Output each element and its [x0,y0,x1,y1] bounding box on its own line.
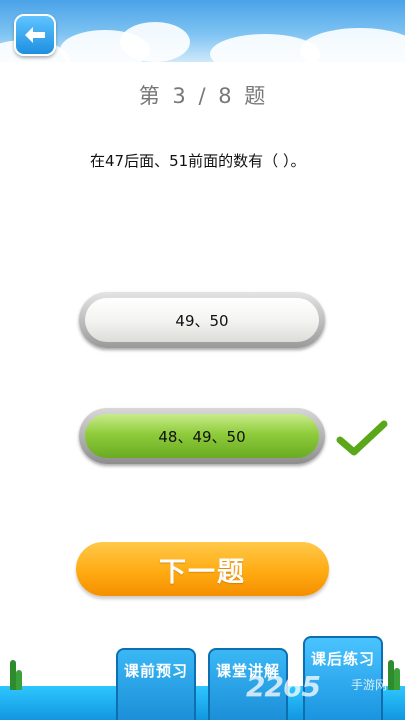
counter-prefix: 第 [138,84,161,108]
checkmark-icon [336,420,388,456]
tab-label: 课前预习 [123,662,188,680]
option-label: 49、50 [175,311,229,330]
answer-option-2[interactable]: 48、49、50 [79,408,325,464]
grass-decoration [394,668,400,690]
grass-decoration [16,670,22,690]
tab-pre-class-preview[interactable]: 课前预习 [116,648,196,720]
watermark-subtext: 手游网 [351,678,388,692]
cloud-decoration [300,28,405,62]
watermark-logo: 2265 [246,670,321,703]
counter-suffix: 题 [244,84,267,108]
answer-option-1[interactable]: 49、50 [79,292,325,348]
counter-total: 8 [218,84,233,108]
question-counter: 第 3 / 8 题 [0,80,405,110]
tab-label: 课后练习 [310,650,375,668]
app-screen: 第 3 / 8 题 在47后面、51前面的数有（ ）。 49、50 48、49、… [0,0,405,720]
counter-current: 3 [172,84,187,108]
cloud-decoration [120,22,190,62]
back-button[interactable] [14,14,56,56]
question-text: 在47后面、51前面的数有（ ）。 [90,152,306,170]
next-question-button[interactable]: 下一题 [76,542,329,596]
counter-separator: / [198,84,207,108]
option-label: 48、49、50 [158,427,246,446]
sky-header [0,0,405,62]
back-arrow-icon [25,27,45,43]
